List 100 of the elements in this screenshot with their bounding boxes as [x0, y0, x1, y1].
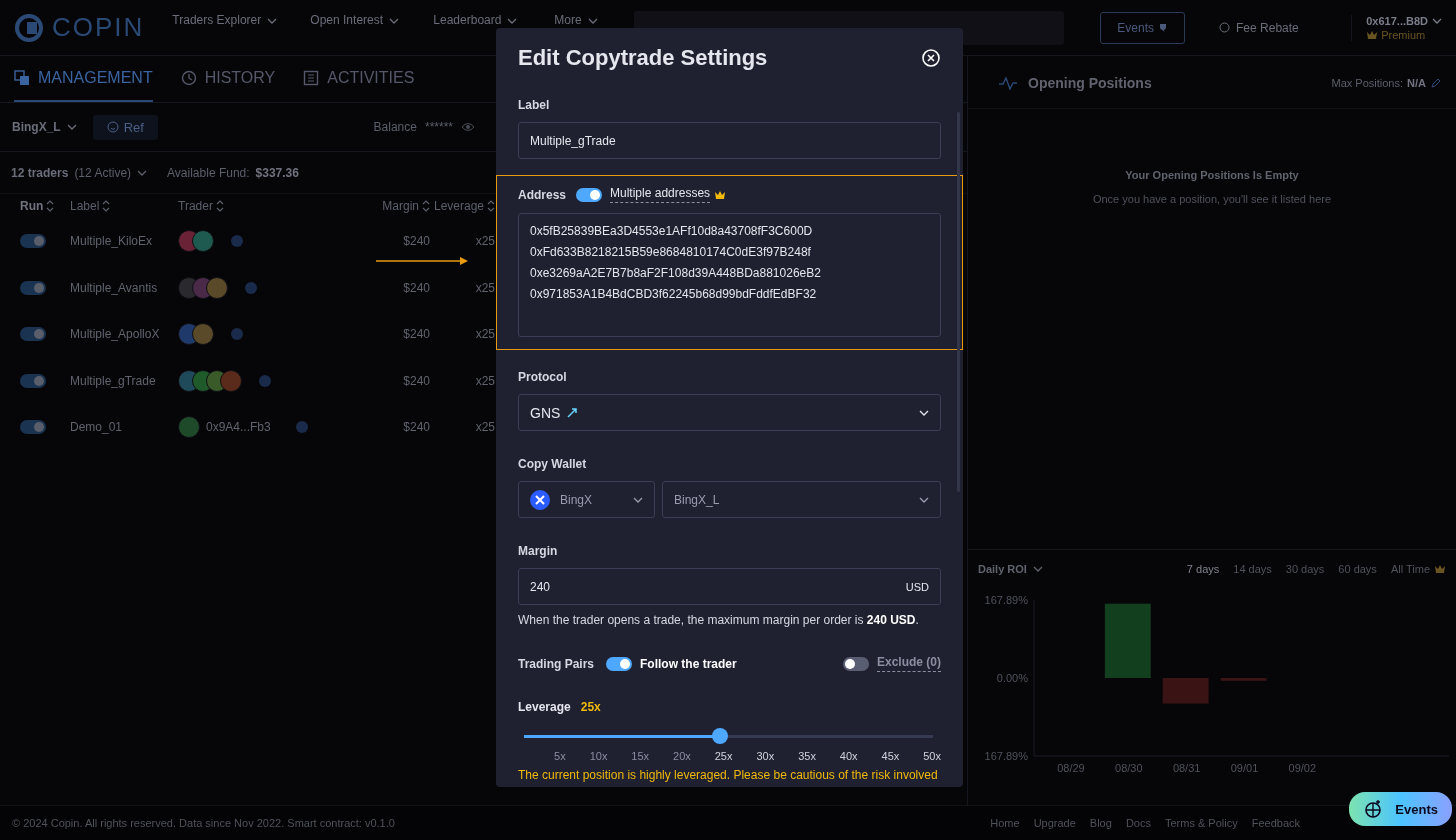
footer-link[interactable]: Upgrade: [1033, 817, 1076, 829]
range-tab[interactable]: 30 days: [1285, 563, 1325, 575]
field-label: Leverage: [518, 700, 571, 714]
warning-text: The current position is highly leveraged. Please be cautious of the risk involved: [518, 768, 939, 783]
tick-label: 5x: [553, 750, 566, 762]
chevron-down-icon: [919, 409, 929, 416]
eye-icon[interactable]: [461, 122, 475, 132]
nav-menu[interactable]: More: [554, 14, 582, 27]
label-input[interactable]: Multiple_gTrade: [518, 122, 941, 159]
table-cell: $240: [403, 280, 430, 295]
margin-input[interactable]: 240 USD: [518, 568, 941, 605]
toggle-switch[interactable]: [842, 656, 869, 671]
crown-icon: [714, 189, 727, 200]
crown-icon: [1434, 564, 1446, 574]
events-button[interactable]: Events: [1100, 11, 1186, 44]
tick-label: 35x: [797, 750, 816, 762]
table-cell: Multiple_gTrade: [70, 373, 156, 388]
close-icon[interactable]: [921, 48, 941, 68]
footer-link[interactable]: Docs: [1125, 817, 1151, 829]
address-textarea[interactable]: 0x5fB25839BEa3D4553e1AFf10d8a43708fF3C600D 0xFd633B8218215B59e8684810174C0dE3f97B248f 0xe3269aA2E7B7b8aF2F108d39A448BDa881026eB2 0x971853A1B4BdCBD3f62245b68d99bdFddfEdBF32: [518, 213, 941, 337]
column-header[interactable]: Run: [20, 199, 44, 213]
footer-link[interactable]: Terms & Policy: [1164, 817, 1238, 829]
table-cell: $240: [403, 234, 430, 249]
tick-label: 45x: [880, 750, 900, 762]
footer-link[interactable]: Feedback: [1251, 817, 1300, 829]
trader-address[interactable]: 0x9A4...Fb3: [206, 420, 271, 435]
pencil-icon[interactable]: [1430, 77, 1442, 89]
axis-label: 08/30: [1115, 762, 1143, 774]
trader-count[interactable]: 12 traders: [11, 165, 69, 180]
fund-label: Available Fund:: [167, 165, 250, 180]
run-toggle[interactable]: [20, 373, 46, 388]
run-toggle[interactable]: [20, 420, 46, 435]
balance-value: ******: [424, 120, 453, 134]
tab[interactable]: MANAGEMENT: [14, 56, 153, 102]
range-tab[interactable]: All Time: [1390, 563, 1430, 575]
sort-icon[interactable]: [102, 200, 111, 212]
table-cell: x25: [475, 234, 495, 249]
ref-button[interactable]: Ref: [92, 114, 158, 140]
table-cell: x25: [475, 280, 495, 295]
tick-label: 15x: [630, 750, 650, 762]
column-header[interactable]: Label: [70, 199, 100, 213]
chevron-down-icon: [137, 169, 148, 176]
range-tab[interactable]: 7 days: [1186, 563, 1220, 575]
footer-link[interactable]: Blog: [1089, 817, 1112, 829]
column-header[interactable]: Leverage: [433, 199, 484, 213]
axis-label: 09/02: [1288, 762, 1317, 774]
squares-icon: [14, 70, 30, 86]
table-cell: Multiple_Avantis: [70, 280, 158, 295]
chevron-down-icon: [919, 496, 929, 503]
nav-menu[interactable]: Traders Explorer: [172, 14, 262, 27]
toggle-switch[interactable]: [606, 656, 633, 671]
balance-label: Balance: [373, 120, 417, 134]
sort-icon[interactable]: [215, 200, 224, 212]
run-toggle[interactable]: [20, 327, 46, 342]
exclude-link[interactable]: Exclude (0): [876, 655, 941, 672]
run-toggle[interactable]: [20, 234, 46, 249]
range-tab[interactable]: 60 days: [1338, 563, 1377, 575]
run-toggle[interactable]: [20, 280, 46, 295]
protocol-select[interactable]: GNS: [518, 394, 941, 431]
footer-link[interactable]: Home: [990, 817, 1020, 829]
clock-icon: [180, 70, 197, 86]
tier-label: Premium: [1381, 28, 1426, 41]
table-cell: x25: [475, 373, 495, 388]
axis-label: 167.89%: [984, 750, 1028, 762]
table-cell: Demo_01: [70, 420, 123, 435]
chevron-down-icon: [267, 17, 278, 24]
wallet-selector[interactable]: BingX_L: [12, 120, 61, 134]
toggle-switch[interactable]: [576, 187, 603, 202]
column-header[interactable]: Trader: [178, 199, 213, 213]
coin-icon: [1219, 22, 1231, 33]
sort-icon[interactable]: [487, 200, 495, 212]
metric-selector[interactable]: Daily ROI: [978, 563, 1027, 575]
wallet-select[interactable]: BingX_L: [662, 481, 941, 518]
bar: [1220, 678, 1267, 681]
multiple-addresses-link[interactable]: Multiple addresses: [610, 186, 711, 203]
fee-rebate-link[interactable]: Fee Rebate: [1236, 20, 1299, 35]
sort-icon[interactable]: [46, 200, 55, 212]
table-cell: $240: [403, 420, 430, 435]
crown-icon: [1366, 29, 1379, 40]
chevron-down-icon: [389, 17, 400, 24]
margin-hint: When the trader opens a trade, the maximum margin per order is 240 USD.: [518, 613, 920, 627]
fund-value: $337.36: [255, 165, 299, 180]
events-button[interactable]: Events: [1349, 792, 1452, 826]
tab[interactable]: HISTORY: [180, 56, 276, 102]
tick-label: 25x: [713, 750, 733, 762]
account-address[interactable]: 0x617...B8D: [1366, 14, 1428, 27]
nav-menu[interactable]: Leaderboard: [433, 14, 502, 27]
chevron-down-icon: [587, 17, 598, 24]
nav-menu[interactable]: Open Interest: [310, 14, 384, 27]
table-cell: $240: [403, 327, 430, 342]
field-label: Trading Pairs: [518, 656, 595, 671]
sort-icon[interactable]: [422, 200, 430, 212]
exchange-select[interactable]: BingX: [518, 481, 655, 518]
table-cell: x25: [475, 327, 495, 342]
range-tab[interactable]: 14 days: [1233, 563, 1272, 575]
tab[interactable]: ACTIVITIES: [303, 56, 415, 102]
logo[interactable]: COPIN: [14, 12, 145, 43]
column-header[interactable]: Margin: [382, 199, 419, 213]
slider-thumb[interactable]: [711, 728, 728, 744]
field-label: Label: [518, 98, 550, 112]
